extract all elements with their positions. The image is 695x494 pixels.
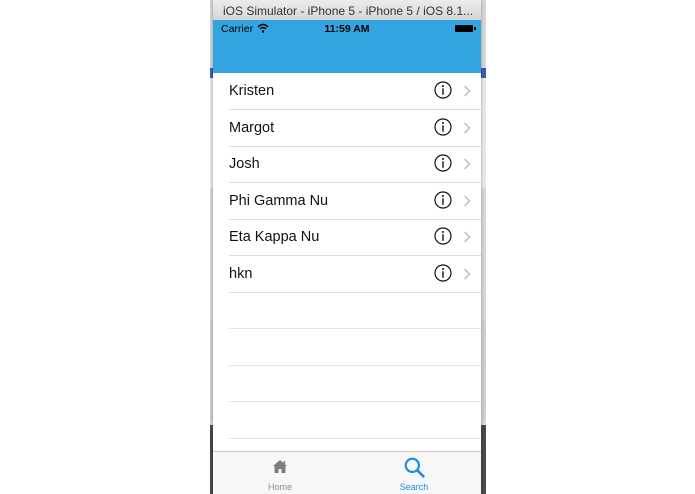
- table-row[interactable]: Josh: [229, 146, 481, 183]
- row-label: hkn: [229, 265, 253, 282]
- info-icon[interactable]: [434, 81, 452, 99]
- table-row[interactable]: Kristen: [229, 73, 481, 110]
- info-icon[interactable]: [434, 263, 452, 282]
- chevron-right-icon: [463, 231, 471, 243]
- table-row[interactable]: Eta Kappa Nu: [229, 219, 481, 256]
- navigation-bar: Carrier 11:59 AM: [213, 20, 481, 73]
- table-row[interactable]: hkn: [229, 256, 481, 293]
- table-row[interactable]: Margot: [229, 110, 481, 147]
- chevron-right-icon: [463, 194, 471, 207]
- chevron-right-icon: [463, 85, 471, 97]
- empty-row: [229, 365, 481, 402]
- battery-icon: [455, 25, 476, 32]
- row-label: Margot: [229, 119, 275, 136]
- status-bar: Carrier 11:59 AM: [213, 20, 481, 38]
- tab-search-label: Search: [399, 482, 429, 492]
- empty-row: [229, 292, 481, 329]
- table-row[interactable]: Phi Gamma Nu: [229, 183, 481, 220]
- info-icon[interactable]: [434, 154, 452, 172]
- tab-home[interactable]: Home: [213, 452, 347, 494]
- contacts-table: Kristen Margot Josh Phi Gamma Nu Eta Kap…: [213, 73, 481, 451]
- info-icon[interactable]: [434, 117, 452, 136]
- search-icon: [404, 457, 425, 478]
- simulator-window: iOS Simulator - iPhone 5 - iPhone 5 / iO…: [213, 0, 481, 494]
- row-label: Kristen: [229, 83, 275, 99]
- chevron-right-icon: [463, 158, 471, 170]
- tab-search[interactable]: Search: [347, 452, 481, 494]
- row-label: Eta Kappa Nu: [229, 229, 320, 245]
- info-icon[interactable]: [434, 190, 452, 209]
- empty-row: [229, 402, 481, 439]
- chevron-right-icon: [463, 267, 471, 280]
- status-time: 11:59 AM: [324, 23, 370, 35]
- chevron-right-icon: [463, 121, 471, 134]
- row-label: Josh: [229, 156, 260, 172]
- row-label: Phi Gamma Nu: [229, 192, 329, 209]
- tab-bar: Home Search: [213, 451, 481, 494]
- empty-row: [229, 329, 481, 366]
- info-icon[interactable]: [434, 227, 452, 245]
- tab-home-label: Home: [267, 482, 292, 492]
- home-icon: [273, 460, 287, 473]
